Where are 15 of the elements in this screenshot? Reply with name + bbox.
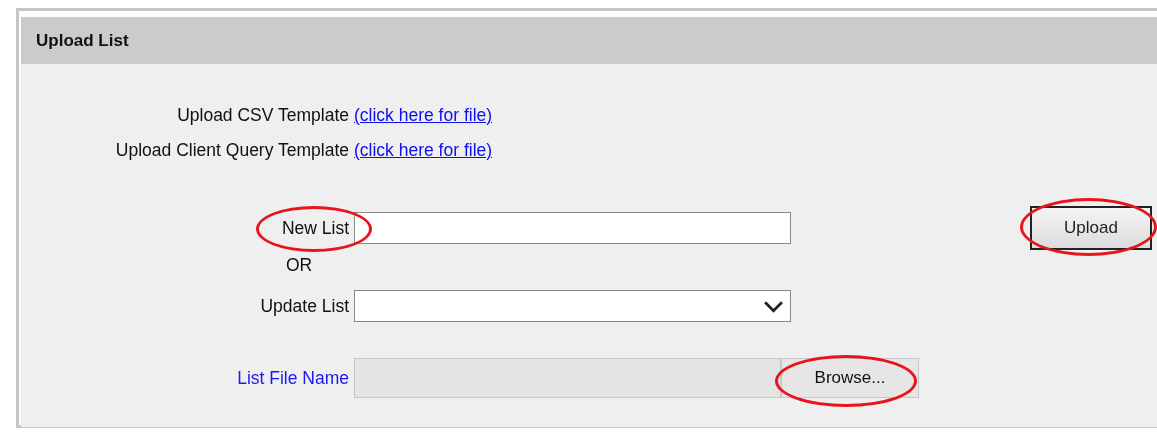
- list-name-field[interactable]: [354, 212, 791, 244]
- field-label: New List: [281, 217, 350, 238]
- field-label: Update List: [260, 295, 350, 317]
- template-link[interactable]: (click here for file): [354, 140, 493, 161]
- template-label: Upload CSV Template: [177, 105, 350, 126]
- chevron-down-icon: [763, 299, 784, 313]
- template-link[interactable]: (click here for file): [354, 105, 493, 126]
- field-label: List File Name: [237, 367, 350, 389]
- upload-button[interactable]: Upload: [1030, 206, 1152, 250]
- list-dropdown[interactable]: [354, 290, 791, 322]
- separator-text: OR: [285, 254, 313, 276]
- browse-button[interactable]: Browse...: [781, 358, 919, 398]
- panel-title: Upload List: [36, 30, 129, 51]
- file-name-field[interactable]: [354, 358, 781, 398]
- template-label: Upload Client Query Template: [115, 140, 350, 161]
